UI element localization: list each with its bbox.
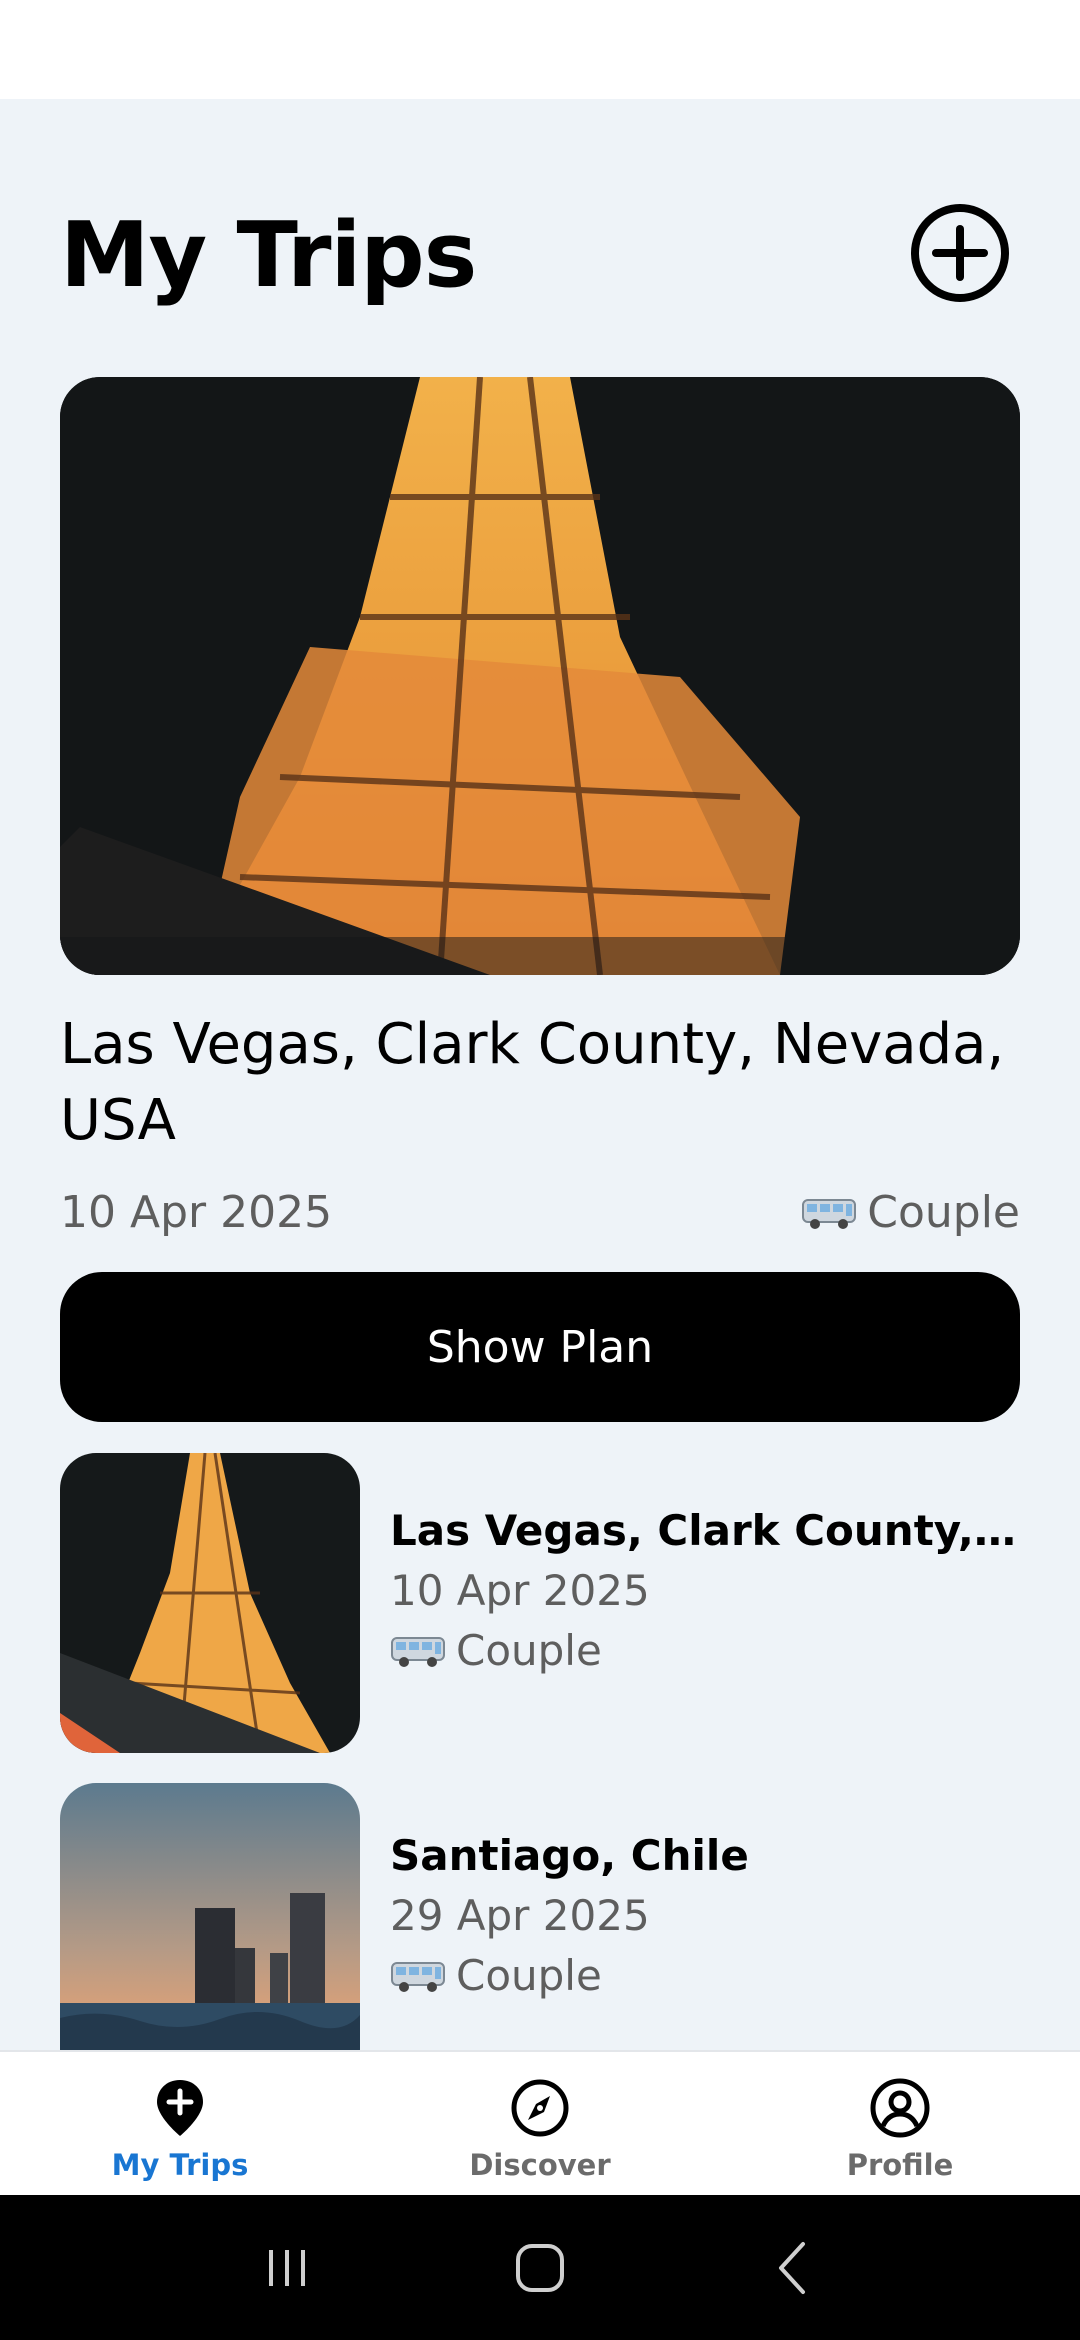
plus-circle-icon [911, 204, 1009, 302]
show-plan-button[interactable]: Show Plan [60, 1272, 1020, 1422]
trip-traveler-label: Couple [456, 1626, 602, 1675]
home-icon[interactable] [500, 2228, 580, 2308]
add-trip-button[interactable] [908, 201, 1012, 305]
page-title: My Trips [60, 203, 477, 308]
bottom-navigation: My Trips Discover Profile [0, 2050, 1080, 2195]
trip-name: Santiago, Chile [390, 1831, 749, 1880]
nav-item-discover[interactable]: Discover [360, 2052, 720, 2195]
featured-trip-title: Las Vegas, Clark County, Nevada, USA [60, 1012, 1005, 1153]
bus-icon [802, 1199, 857, 1229]
featured-trip-date: 10 Apr 2025 [60, 1187, 333, 1238]
trip-list-item[interactable]: Las Vegas, Clark County, N... 10 Apr 202… [60, 1453, 1020, 1753]
compass-icon [511, 2079, 569, 2137]
featured-trip-image[interactable] [60, 377, 1020, 975]
map-pin-plus-icon [157, 2080, 203, 2136]
trip-traveler: Couple [390, 1948, 1020, 2004]
featured-trip-traveler: Couple [801, 1183, 1020, 1243]
trip-info: Las Vegas, Clark County, N... 10 Apr 202… [390, 1453, 1020, 1679]
back-icon[interactable] [753, 2228, 833, 2308]
trip-traveler-label: Couple [456, 1951, 602, 2000]
trip-info: Santiago, Chile 29 Apr 2025 Couple [390, 1783, 1020, 2004]
trip-date: 10 Apr 2025 [390, 1566, 650, 1615]
nav-item-my-trips[interactable]: My Trips [0, 2052, 360, 2195]
trip-traveler: Couple [390, 1623, 1020, 1679]
nav-label-my-trips: My Trips [111, 2148, 249, 2182]
nav-label-profile: Profile [846, 2148, 954, 2182]
nav-item-profile[interactable]: Profile [720, 2052, 1080, 2195]
trip-thumbnail [60, 1783, 360, 2050]
featured-trip-traveler-label: Couple [867, 1187, 1020, 1238]
trip-date: 29 Apr 2025 [390, 1891, 650, 1940]
bus-icon [391, 1962, 445, 1992]
trip-name: Las Vegas, Clark County, N... [390, 1506, 1020, 1555]
trip-thumbnail [60, 1453, 360, 1753]
recent-apps-icon[interactable] [247, 2228, 327, 2308]
user-circle-icon [870, 2078, 930, 2138]
nav-label-discover: Discover [469, 2148, 611, 2182]
trip-list-item[interactable]: Santiago, Chile 29 Apr 2025 Couple [60, 1783, 1020, 2050]
system-navigation-bar [0, 2195, 1080, 2340]
my-trips-screen: My Trips Las Vegas, Clark County, Nevada… [0, 99, 1080, 2050]
bus-icon [391, 1637, 445, 1667]
status-bar [0, 0, 1080, 99]
